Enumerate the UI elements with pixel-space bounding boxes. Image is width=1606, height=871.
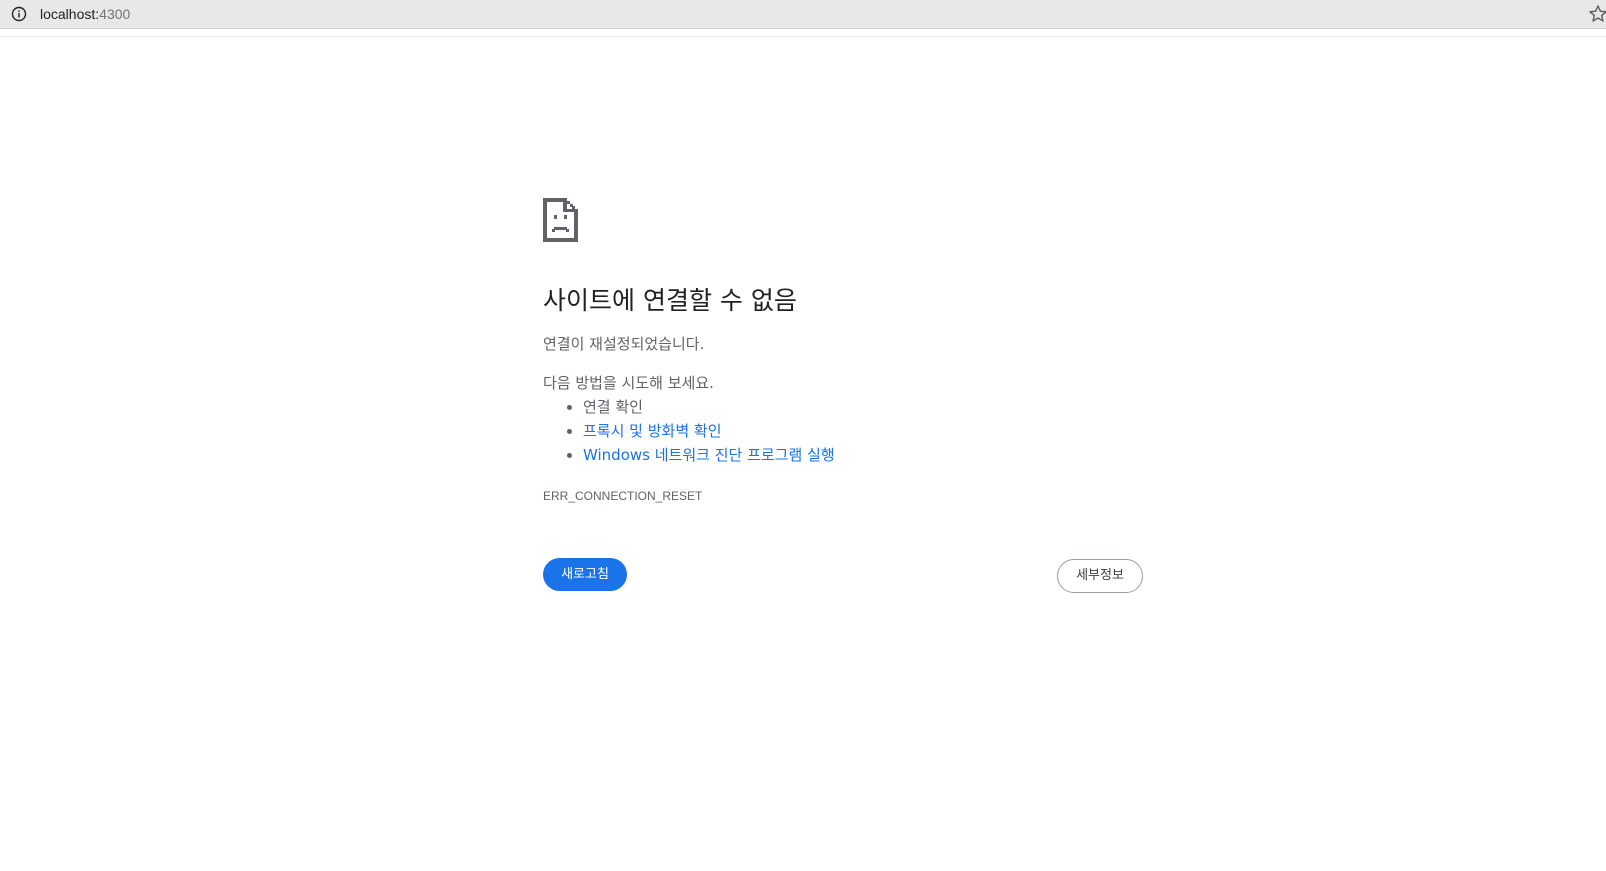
url-port: 4300 <box>99 6 131 22</box>
error-message: 연결이 재설정되었습니다. <box>543 335 705 353</box>
sad-page-icon <box>543 198 578 242</box>
suggestions-heading: 다음 방법을 시도해 보세요. <box>543 374 714 392</box>
suggestion-check-connection: 연결 확인 <box>583 395 835 419</box>
star-icon[interactable] <box>1588 4 1606 24</box>
info-icon[interactable] <box>11 6 27 22</box>
run-network-diagnostics-link[interactable]: Windows 네트워크 진단 프로그램 실행 <box>583 446 835 464</box>
error-code: ERR_CONNECTION_RESET <box>543 489 703 503</box>
check-proxy-firewall-link[interactable]: 프록시 및 방화벽 확인 <box>583 422 722 440</box>
suggestion-run-diagnostics: Windows 네트워크 진단 프로그램 실행 <box>583 443 835 467</box>
toolbar-divider <box>0 36 1606 37</box>
suggestion-check-proxy: 프록시 및 방화벽 확인 <box>583 419 835 443</box>
reload-button[interactable]: 새로고침 <box>543 558 627 591</box>
address-bar[interactable]: localhost:4300 <box>0 0 1606 29</box>
error-title: 사이트에 연결할 수 없음 <box>543 286 797 315</box>
suggestions-list: 연결 확인 프록시 및 방화벽 확인 Windows 네트워크 진단 프로그램 … <box>543 395 835 467</box>
details-button[interactable]: 세부정보 <box>1057 559 1143 593</box>
suggestion-label: 연결 확인 <box>583 398 643 416</box>
url-host: localhost: <box>40 6 100 22</box>
url-text[interactable]: localhost:4300 <box>40 5 130 23</box>
